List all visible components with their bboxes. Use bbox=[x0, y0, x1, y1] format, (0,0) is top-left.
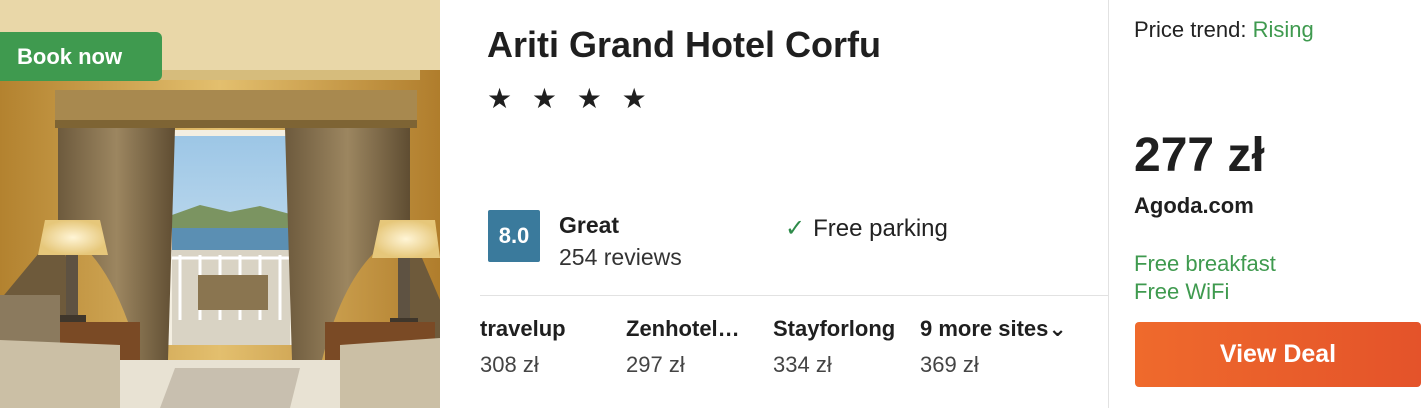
perk-free-breakfast: Free breakfast bbox=[1134, 251, 1276, 276]
hotel-result-card: Book now Ariti Grand Hotel Corfu ★ ★ ★ ★… bbox=[0, 0, 1428, 408]
chevron-down-icon: ⌄ bbox=[1048, 316, 1067, 341]
more-sites-label: 9 more sites⌄ bbox=[920, 316, 1095, 342]
provider-name: Stayforlong bbox=[773, 316, 896, 341]
deal-panel: Price trend: Rising 277 zł Agoda.com Fre… bbox=[1108, 0, 1428, 408]
provider-price: 308 zł bbox=[480, 352, 539, 377]
divider bbox=[480, 295, 1108, 296]
view-deal-button[interactable]: View Deal bbox=[1135, 322, 1421, 387]
provider-option[interactable]: Zenhotel… 297 zł bbox=[626, 316, 754, 378]
review-score-badge[interactable]: 8.0 bbox=[488, 210, 540, 262]
more-sites-text: 9 more sites bbox=[920, 316, 1049, 341]
deal-site: Agoda.com bbox=[1134, 193, 1254, 218]
price-trend-value: Rising bbox=[1252, 17, 1314, 42]
check-icon: ✓ bbox=[785, 215, 806, 242]
hotel-name[interactable]: Ariti Grand Hotel Corfu bbox=[487, 24, 881, 66]
provider-name: Zenhotel… bbox=[626, 316, 740, 341]
amenity-free-parking: ✓ Free parking bbox=[785, 214, 948, 243]
price-trend-label: Price trend: bbox=[1134, 17, 1247, 42]
hotel-info: Ariti Grand Hotel Corfu ★ ★ ★ ★ 8.0 Grea… bbox=[440, 0, 1108, 408]
provider-price: 334 zł bbox=[773, 352, 832, 377]
provider-name: travelup bbox=[480, 316, 566, 341]
deal-price[interactable]: 277 zł bbox=[1134, 128, 1265, 183]
rating-word: Great bbox=[559, 212, 620, 238]
more-sites-dropdown[interactable]: 9 more sites⌄ 369 zł bbox=[920, 316, 1095, 378]
provider-price: 297 zł bbox=[626, 352, 685, 377]
provider-option[interactable]: travelup 308 zł bbox=[480, 316, 620, 378]
hotel-photo[interactable]: Book now bbox=[0, 0, 440, 408]
provider-option[interactable]: Stayforlong 334 zł bbox=[773, 316, 913, 378]
book-now-button[interactable]: Book now bbox=[0, 32, 162, 81]
perk-free-wifi: Free WiFi bbox=[1134, 279, 1230, 304]
price-trend: Price trend: Rising bbox=[1134, 17, 1314, 43]
star-rating: ★ ★ ★ ★ bbox=[487, 83, 653, 114]
provider-price: 369 zł bbox=[920, 352, 979, 377]
amenity-label: Free parking bbox=[813, 215, 948, 242]
review-count[interactable]: 254 reviews bbox=[559, 244, 682, 271]
